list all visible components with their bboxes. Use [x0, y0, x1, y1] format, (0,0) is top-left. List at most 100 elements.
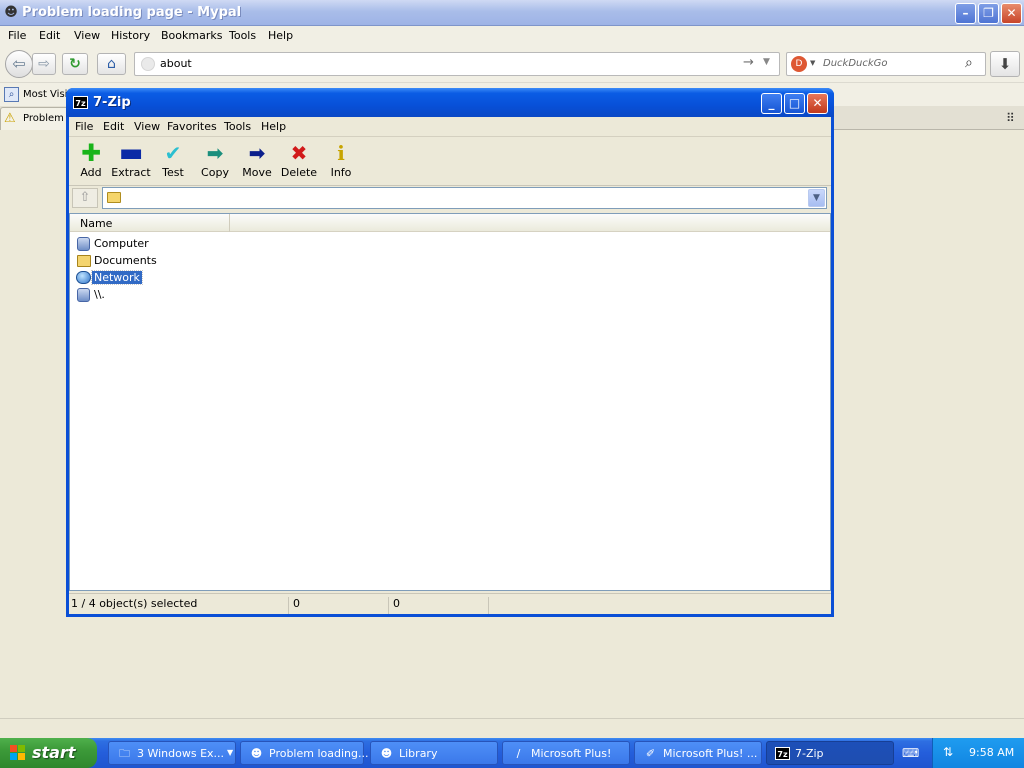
status-size: 0: [291, 597, 389, 614]
most-visited-icon: ⌕: [4, 87, 19, 102]
list-header: Name: [70, 214, 830, 232]
computer-icon: [76, 288, 91, 303]
network-status-icon[interactable]: ⇅: [943, 745, 959, 761]
list-item-label: Documents: [94, 254, 157, 267]
clock[interactable]: 9:58 AM: [969, 746, 1014, 759]
delete-button[interactable]: ✖ Delete: [279, 140, 319, 184]
url-text: about: [160, 57, 192, 70]
browser-menu-bookmarks[interactable]: Bookmarks: [161, 29, 222, 42]
taskbar-button-microsoft-plus[interactable]: ∕ Microsoft Plus!: [502, 741, 630, 765]
duckduckgo-icon[interactable]: D: [791, 56, 807, 72]
search-icon[interactable]: ⌕: [965, 55, 973, 71]
7zip-icon: 7z: [775, 747, 790, 760]
browser-nav-bar: ⇦ ⇨ ↻ ⌂ about → ▼ D ▼ DuckDuckGo ⌕ ⬇: [0, 46, 1024, 82]
taskbar: start 🗀 3 Windows Ex... ▼ ☻ Problem load…: [0, 738, 1024, 768]
search-placeholder: DuckDuckGo: [823, 58, 888, 69]
info-button[interactable]: i Info: [325, 140, 357, 184]
7zip-menu-view[interactable]: View: [134, 120, 160, 133]
browser-menu-view[interactable]: View: [74, 29, 100, 42]
browser-restore-button[interactable]: ❐: [978, 3, 999, 24]
browser-close-button[interactable]: ✕: [1001, 3, 1022, 24]
forward-button[interactable]: ⇨: [32, 53, 56, 75]
file-list[interactable]: Name Computer Documents Network \\.: [69, 213, 831, 591]
taskbar-button-label: Microsoft Plus!: [531, 747, 612, 760]
copy-icon: ➡: [206, 141, 224, 165]
test-label: Test: [162, 166, 184, 179]
reload-button[interactable]: ↻: [62, 53, 88, 75]
7zip-minimize-button[interactable]: _: [761, 93, 782, 114]
path-combobox[interactable]: ▼: [102, 187, 827, 209]
browser-minimize-button[interactable]: –: [955, 3, 976, 24]
7zip-menu-help[interactable]: Help: [261, 120, 286, 133]
taskbar-button-label: 7-Zip: [795, 747, 824, 760]
delete-label: Delete: [280, 166, 318, 179]
taskbar-button-microsoft-plus-2[interactable]: ✐ Microsoft Plus! ...: [634, 741, 762, 765]
copy-label: Copy: [201, 166, 229, 179]
bookmark-most-visited[interactable]: Most Visit: [23, 89, 71, 100]
keyboard-icon[interactable]: ⌨: [902, 746, 919, 760]
taskbar-button-windows-explorer[interactable]: 🗀 3 Windows Ex... ▼: [108, 741, 236, 765]
7zip-client-area: File Edit View Favorites Tools Help ✚ Ad…: [69, 117, 831, 614]
7zip-title-bar[interactable]: 7z 7-Zip _ □ ✕: [66, 88, 834, 117]
status-packed-size: 0: [391, 597, 489, 614]
add-button[interactable]: ✚ Add: [73, 140, 109, 184]
browser-status-bar: [0, 718, 1024, 738]
taskbar-button-mypal[interactable]: ☻ Problem loading...: [240, 741, 368, 765]
taskbar-button-label: Problem loading...: [269, 747, 369, 760]
url-dropdown-icon[interactable]: ▼: [763, 57, 770, 67]
search-engine-dropdown-icon[interactable]: ▼: [810, 59, 815, 67]
status-selection: 1 / 4 object(s) selected: [69, 597, 289, 614]
column-header-name[interactable]: Name: [70, 214, 230, 232]
search-box[interactable]: D ▼ DuckDuckGo ⌕: [786, 52, 986, 76]
7zip-menu-tools[interactable]: Tools: [224, 120, 251, 133]
7zip-icon: 7z: [73, 96, 88, 109]
7zip-menu-file[interactable]: File: [75, 120, 93, 133]
move-icon: ➡: [248, 141, 266, 165]
browser-menu-file[interactable]: File: [8, 29, 26, 42]
path-dropdown-icon[interactable]: ▼: [808, 189, 825, 207]
test-icon: ✔: [164, 141, 182, 165]
taskbar-button-7zip[interactable]: 7z 7-Zip: [766, 741, 894, 765]
system-tray: ⇅ 9:58 AM: [932, 738, 1024, 768]
browser-title-bar[interactable]: ☻ Problem loading page - Mypal – ❐ ✕: [0, 0, 1024, 26]
7zip-title: 7-Zip: [93, 95, 131, 110]
7zip-menu-favorites[interactable]: Favorites: [167, 120, 217, 133]
browser-menu-history[interactable]: History: [111, 29, 150, 42]
plus-icon: ∕: [516, 747, 521, 760]
home-icon: ⌂: [107, 56, 116, 72]
delete-icon: ✖: [290, 141, 308, 165]
taskbar-button-label: Library: [399, 747, 438, 760]
list-item-label: \\.: [94, 288, 105, 301]
downloads-button[interactable]: ⬇: [990, 51, 1020, 77]
folder-icon: 🗀: [119, 747, 130, 760]
extract-button[interactable]: ▬ Extract: [109, 140, 153, 184]
browser-menu-help[interactable]: Help: [268, 29, 293, 42]
add-icon: ✚: [80, 139, 102, 167]
copy-button[interactable]: ➡ Copy: [197, 140, 233, 184]
test-button[interactable]: ✔ Test: [155, 140, 191, 184]
url-bar[interactable]: about → ▼: [134, 52, 780, 76]
7zip-maximize-button[interactable]: □: [784, 93, 805, 114]
7zip-menu-bar: File Edit View Favorites Tools Help: [69, 117, 831, 137]
info-icon: i: [337, 141, 345, 165]
7zip-menu-edit[interactable]: Edit: [103, 120, 124, 133]
7zip-close-button[interactable]: ✕: [807, 93, 828, 114]
reload-icon: ↻: [69, 56, 81, 72]
browser-menu-edit[interactable]: Edit: [39, 29, 60, 42]
back-button[interactable]: ⇦: [5, 50, 33, 78]
taskbar-button-library[interactable]: ☻ Library: [370, 741, 498, 765]
start-label: start: [32, 743, 76, 762]
folder-icon: [76, 254, 91, 269]
move-button[interactable]: ➡ Move: [239, 140, 275, 184]
start-button[interactable]: start: [0, 738, 97, 768]
tab-list-icon[interactable]: ⠿: [1006, 111, 1015, 125]
browser-menu-tools[interactable]: Tools: [229, 29, 256, 42]
mypal-icon: ☻: [250, 747, 263, 760]
extract-label: Extract: [111, 166, 151, 179]
up-folder-button[interactable]: ⇧: [72, 188, 98, 208]
browser-title: Problem loading page - Mypal: [22, 5, 242, 20]
column-name-label: Name: [80, 217, 113, 230]
7zip-address-bar: ⇧ ▼: [69, 187, 831, 211]
home-button[interactable]: ⌂: [97, 53, 126, 75]
go-arrow-icon[interactable]: →: [743, 55, 754, 70]
